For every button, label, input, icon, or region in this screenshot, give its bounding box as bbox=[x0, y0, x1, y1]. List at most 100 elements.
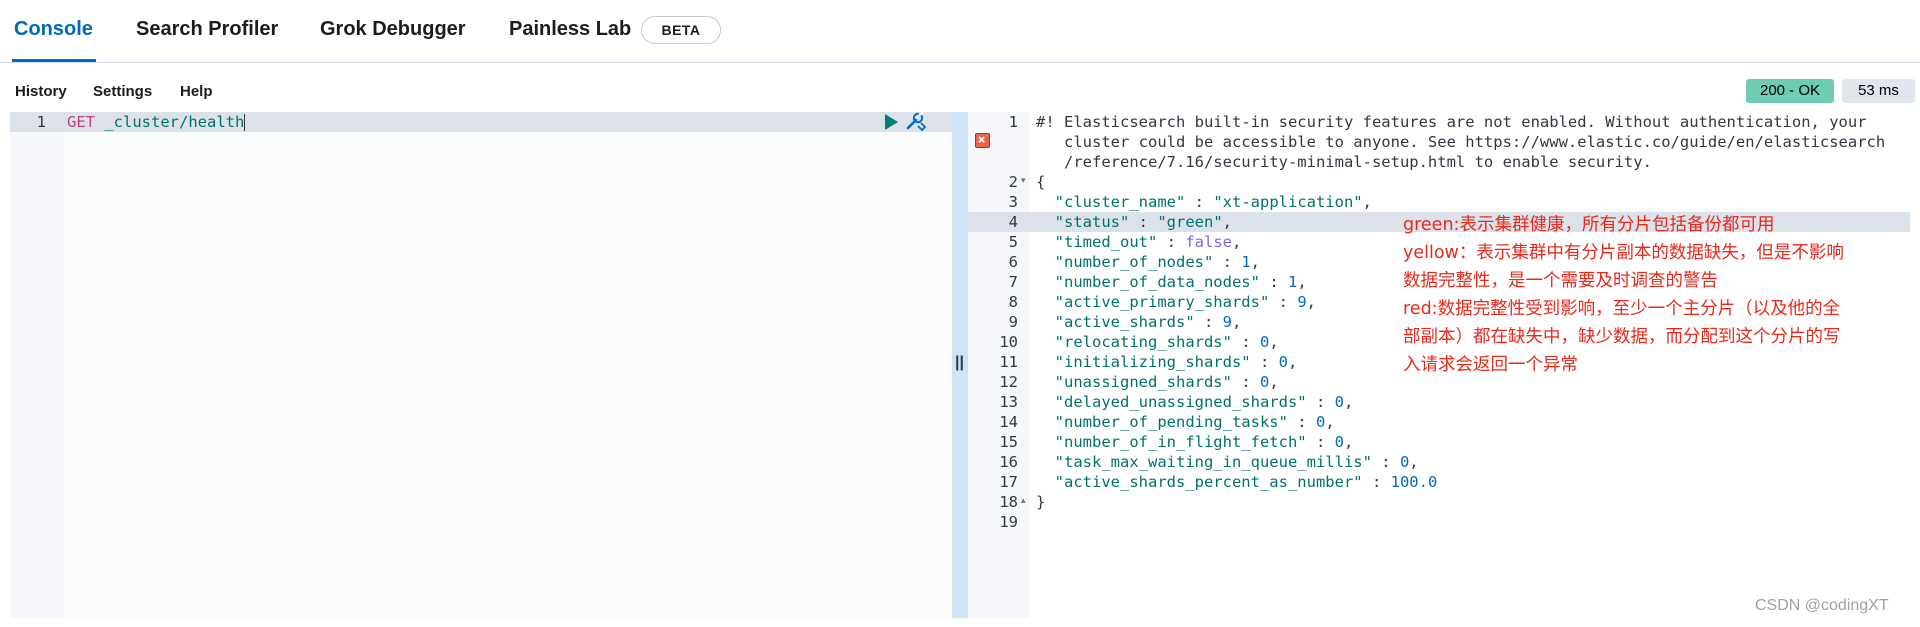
resizer-grip-icon[interactable]: || bbox=[955, 354, 964, 372]
history-menu-item[interactable]: History bbox=[15, 83, 67, 100]
settings-menu-item[interactable]: Settings bbox=[93, 83, 152, 100]
response-field-value: 0 bbox=[1334, 393, 1344, 411]
response-field: "timed_out" : false, bbox=[1054, 233, 1242, 251]
response-field-value: 0 bbox=[1259, 373, 1270, 391]
response-line-number: 11 bbox=[999, 353, 1018, 371]
response-field: "unassigned_shards" : 0, bbox=[1054, 373, 1279, 391]
response-line-number: 15 bbox=[999, 433, 1018, 451]
response-field-key: "number_of_in_flight_fetch" bbox=[1054, 433, 1307, 451]
play-icon[interactable] bbox=[882, 113, 900, 131]
response-field: "number_of_data_nodes" : 1, bbox=[1054, 273, 1307, 291]
response-line-number: 18 bbox=[999, 493, 1018, 511]
response-field-key: "timed_out" bbox=[1054, 233, 1158, 251]
watermark: CSDN @codingXT bbox=[1755, 597, 1889, 614]
response-warning-line: cluster could be accessible to anyone. S… bbox=[1036, 133, 1886, 151]
response-field-value: 0 bbox=[1399, 453, 1410, 471]
tab-search-profiler[interactable]: Search Profiler bbox=[136, 18, 278, 41]
response-line-number: 13 bbox=[999, 393, 1018, 411]
response-field-key: "active_shards" bbox=[1054, 313, 1195, 331]
response-field-key: "initializing_shards" bbox=[1054, 353, 1251, 371]
response-line-number: 14 bbox=[999, 413, 1018, 431]
annotation-line-red-cont: 部副本）都在缺失中，缺少数据，而分配到这个分片的写 bbox=[1403, 327, 1841, 347]
response-field-value: 0 bbox=[1315, 413, 1326, 431]
response-line-number: 2 bbox=[1008, 173, 1018, 191]
response-line-number: 9 bbox=[1008, 313, 1018, 331]
annotation-line-green: green:表示集群健康，所有分片包括备份都可用 bbox=[1403, 215, 1775, 235]
response-line-number: 16 bbox=[999, 453, 1018, 471]
response-line-number: 1 bbox=[1008, 113, 1018, 131]
fold-arrow-icon: ▴ bbox=[1021, 495, 1026, 505]
response-field-key: "number_of_pending_tasks" bbox=[1054, 413, 1288, 431]
response-field-value: 9 bbox=[1297, 293, 1307, 311]
response-line-number: 12 bbox=[999, 373, 1018, 391]
response-field-key: "cluster_name" bbox=[1054, 193, 1186, 211]
response-line-number: 8 bbox=[1008, 293, 1018, 311]
request-line-number: 1 bbox=[36, 113, 46, 131]
response-field-value: false bbox=[1185, 233, 1232, 251]
response-line-number: 4 bbox=[1008, 213, 1018, 231]
response-line-number: 19 bbox=[999, 513, 1018, 531]
request-editor-gutter bbox=[10, 112, 64, 618]
request-method: GET bbox=[67, 113, 95, 131]
annotation-line-red-end: 入请求会返回一个异常 bbox=[1403, 355, 1578, 375]
response-field: "relocating_shards" : 0, bbox=[1054, 333, 1279, 351]
response-field: "task_max_waiting_in_queue_millis" : 0, bbox=[1054, 453, 1419, 471]
response-line-number: 3 bbox=[1008, 193, 1018, 211]
response-field: "cluster_name" : "xt-application", bbox=[1054, 193, 1372, 211]
beta-badge: BETA bbox=[641, 16, 721, 44]
response-warning-line: /reference/7.16/security-minimal-setup.h… bbox=[1036, 153, 1652, 171]
request-time-badge: 53 ms bbox=[1842, 79, 1915, 103]
request-editor[interactable] bbox=[64, 112, 952, 618]
tab-grok-debugger[interactable]: Grok Debugger bbox=[320, 18, 466, 41]
response-field: "number_of_pending_tasks" : 0, bbox=[1054, 413, 1335, 431]
status-code-badge: 200 - OK bbox=[1746, 79, 1834, 103]
tab-console[interactable]: Console bbox=[14, 18, 93, 41]
response-field-value: 0 bbox=[1278, 353, 1288, 371]
top-tab-bar: Console Search Profiler Grok Debugger Pa… bbox=[0, 0, 1920, 63]
response-field-key: "active_shards_percent_as_number" bbox=[1054, 473, 1363, 491]
annotation-line-red: red:数据完整性受到影响，至少一个主分片（以及他的全 bbox=[1403, 299, 1841, 319]
response-field-value: 100.0 bbox=[1390, 473, 1438, 491]
response-field-key: "relocating_shards" bbox=[1054, 333, 1232, 351]
response-field-key: "active_primary_shards" bbox=[1054, 293, 1270, 311]
response-field-value: 9 bbox=[1222, 313, 1232, 331]
response-field-value: 0 bbox=[1334, 433, 1344, 451]
request-path: _cluster/health bbox=[104, 113, 245, 131]
response-field-value: 1 bbox=[1287, 273, 1298, 291]
error-marker-icon bbox=[975, 133, 990, 148]
response-close-brace: } bbox=[1036, 493, 1046, 511]
response-line-number: 6 bbox=[1008, 253, 1018, 271]
help-menu-item[interactable]: Help bbox=[180, 83, 213, 100]
response-open-brace: { bbox=[1036, 173, 1046, 191]
response-line-number: 17 bbox=[999, 473, 1018, 491]
response-line-number: 5 bbox=[1008, 233, 1018, 251]
response-field: "number_of_in_flight_fetch" : 0, bbox=[1054, 433, 1354, 451]
annotation-line-yellow: yellow：表示集群中有分片副本的数据缺失，但是不影响 bbox=[1403, 243, 1844, 263]
annotation-text: green:表示集群健康，所有分片包括备份都可用 yellow：表示集群中有分片… bbox=[1403, 211, 1908, 379]
response-field-value: 1 bbox=[1241, 253, 1251, 271]
response-field-key: "status" bbox=[1054, 213, 1130, 231]
tab-painless-lab[interactable]: Painless Lab bbox=[509, 18, 631, 41]
response-field-key: "number_of_nodes" bbox=[1054, 253, 1214, 271]
response-field-value: "xt-application" bbox=[1213, 193, 1363, 211]
response-warning-line: #! Elasticsearch built-in security featu… bbox=[1036, 113, 1867, 131]
response-field: "initializing_shards" : 0, bbox=[1054, 353, 1298, 371]
response-field-value: "green" bbox=[1157, 213, 1223, 231]
text-cursor bbox=[244, 114, 246, 131]
response-line-number: 7 bbox=[1008, 273, 1018, 291]
response-field: "number_of_nodes" : 1, bbox=[1054, 253, 1260, 271]
response-field: "delayed_unassigned_shards" : 0, bbox=[1054, 393, 1354, 411]
response-field-value: 0 bbox=[1259, 333, 1270, 351]
fold-arrow-icon: ▾ bbox=[1021, 175, 1026, 185]
wrench-icon[interactable] bbox=[904, 112, 926, 132]
request-line[interactable]: GET _cluster/health bbox=[67, 112, 246, 132]
response-field-key: "number_of_data_nodes" bbox=[1054, 273, 1260, 291]
response-field: "active_shards" : 9, bbox=[1054, 313, 1242, 331]
response-field-key: "delayed_unassigned_shards" bbox=[1054, 393, 1307, 411]
response-field-key: "task_max_waiting_in_queue_millis" bbox=[1054, 453, 1372, 471]
response-line-number: 10 bbox=[999, 333, 1018, 351]
response-field-key: "unassigned_shards" bbox=[1054, 373, 1232, 391]
response-field: "active_primary_shards" : 9, bbox=[1054, 293, 1316, 311]
annotation-line-yellow-cont: 数据完整性，是一个需要及时调查的警告 bbox=[1403, 271, 1718, 291]
response-field: "active_shards_percent_as_number" : 100.… bbox=[1054, 473, 1438, 491]
